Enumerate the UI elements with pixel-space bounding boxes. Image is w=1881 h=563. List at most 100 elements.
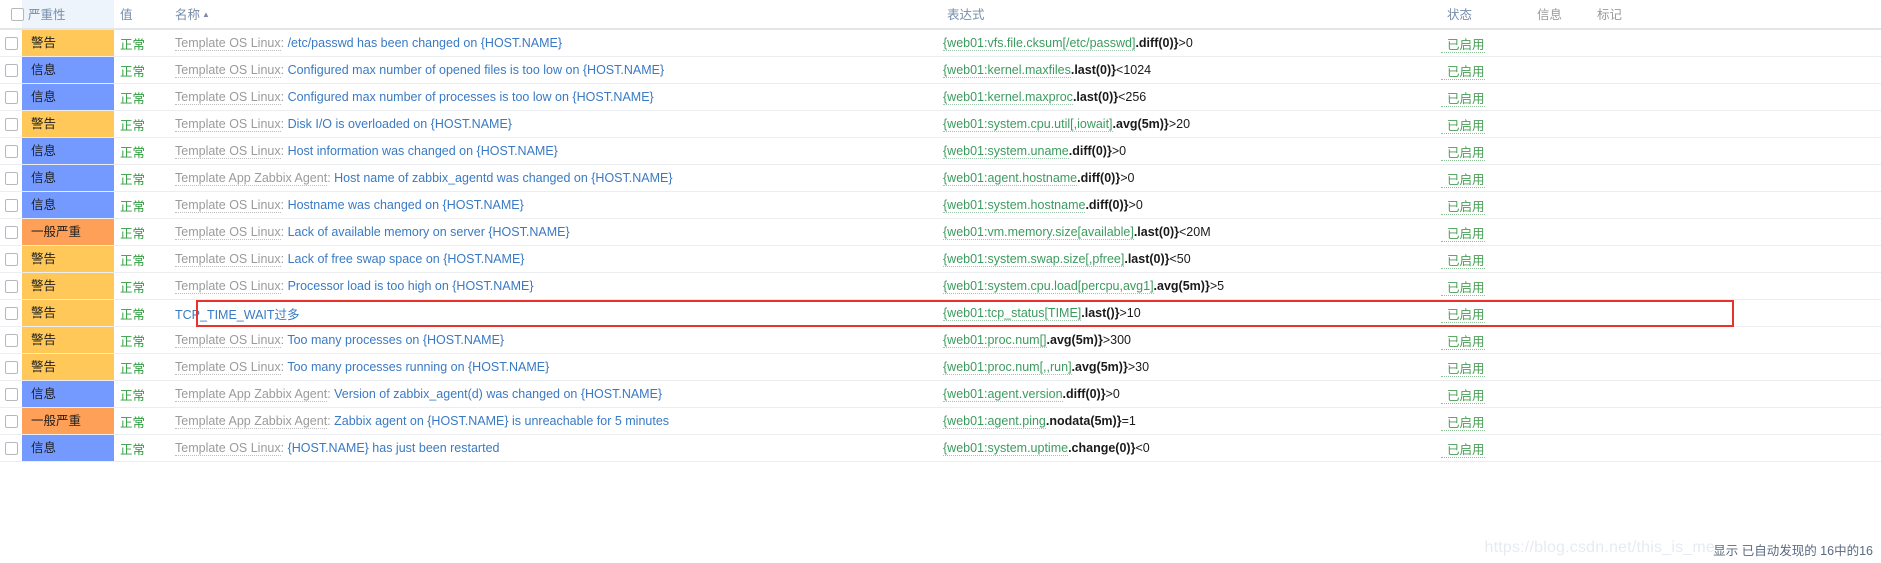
row-select-cell[interactable] <box>0 110 22 138</box>
row-checkbox[interactable] <box>5 172 18 186</box>
status-toggle-link[interactable]: 已启用 <box>1441 91 1485 107</box>
column-header-status[interactable]: 状态 <box>1441 0 1531 30</box>
trigger-link[interactable]: Host information was changed on {HOST.NA… <box>288 144 558 158</box>
template-link[interactable]: Template OS Linux <box>175 225 281 240</box>
status-toggle-link[interactable]: 已启用 <box>1441 361 1485 377</box>
row-select-cell[interactable] <box>0 407 22 435</box>
row-select-cell[interactable] <box>0 56 22 84</box>
row-checkbox[interactable] <box>5 118 18 132</box>
status-toggle-link[interactable]: 已启用 <box>1441 226 1485 242</box>
row-select-cell[interactable] <box>0 164 22 192</box>
row-checkbox[interactable] <box>5 199 18 213</box>
expression-item-link[interactable]: {web01:agent.ping <box>943 414 1046 429</box>
expression-item-link[interactable]: {web01:vfs.file.cksum[/etc/passwd] <box>943 36 1136 51</box>
column-header-expression[interactable]: 表达式 <box>941 0 1441 30</box>
row-select-cell[interactable] <box>0 380 22 408</box>
trigger-link[interactable]: Hostname was changed on {HOST.NAME} <box>288 198 524 212</box>
template-link[interactable]: Template OS Linux <box>175 117 281 132</box>
template-link[interactable]: Template OS Linux <box>175 279 281 294</box>
template-link[interactable]: Template App Zabbix Agent <box>175 171 328 186</box>
row-select-cell[interactable] <box>0 29 22 57</box>
row-checkbox[interactable] <box>5 37 18 51</box>
row-select-cell[interactable] <box>0 434 22 462</box>
trigger-link[interactable]: Version of zabbix_agent(d) was changed o… <box>334 387 662 401</box>
trigger-link[interactable]: Too many processes running on {HOST.NAME… <box>287 360 549 374</box>
row-select-cell[interactable] <box>0 245 22 273</box>
status-toggle-link[interactable]: 已启用 <box>1441 442 1485 458</box>
expression-item-link[interactable]: {web01:system.cpu.util[,iowait] <box>943 117 1113 132</box>
template-link[interactable]: Template App Zabbix Agent <box>175 414 328 429</box>
trigger-link[interactable]: TCP_TIME_WAIT过多 <box>175 308 300 322</box>
status-toggle-link[interactable]: 已启用 <box>1441 415 1485 431</box>
trigger-link[interactable]: Too many processes on {HOST.NAME} <box>287 333 504 347</box>
template-link[interactable]: Template OS Linux <box>175 252 281 267</box>
row-checkbox[interactable] <box>5 253 18 267</box>
status-toggle-link[interactable]: 已启用 <box>1441 145 1485 161</box>
row-checkbox[interactable] <box>5 91 18 105</box>
template-link[interactable]: Template OS Linux <box>175 198 281 213</box>
row-select-cell[interactable] <box>0 218 22 246</box>
expression-item-link[interactable]: {web01:vm.memory.size[available] <box>943 225 1134 240</box>
status-toggle-link[interactable]: 已启用 <box>1441 280 1485 296</box>
template-link[interactable]: Template OS Linux <box>175 441 281 456</box>
status-toggle-link[interactable]: 已启用 <box>1441 199 1485 215</box>
expression-item-link[interactable]: {web01:tcp_status[TIME] <box>943 306 1082 321</box>
row-select-cell[interactable] <box>0 299 22 327</box>
trigger-link[interactable]: Lack of free swap space on {HOST.NAME} <box>288 252 525 266</box>
expression-item-link[interactable]: {web01:proc.num[,,run] <box>943 360 1072 375</box>
expression-item-link[interactable]: {web01:system.swap.size[,pfree] <box>943 252 1125 267</box>
template-link[interactable]: Template OS Linux <box>175 63 281 78</box>
row-select-cell[interactable] <box>0 326 22 354</box>
expression-item-link[interactable]: {web01:agent.hostname <box>943 171 1078 186</box>
expression-item-link[interactable]: {web01:proc.num[] <box>943 333 1047 348</box>
row-checkbox[interactable] <box>5 361 18 375</box>
status-toggle-link[interactable]: 已启用 <box>1441 118 1485 134</box>
row-checkbox[interactable] <box>5 388 18 402</box>
row-checkbox[interactable] <box>5 307 18 321</box>
row-select-cell[interactable] <box>0 137 22 165</box>
row-checkbox[interactable] <box>5 226 18 240</box>
row-select-cell[interactable] <box>0 83 22 111</box>
template-link[interactable]: Template App Zabbix Agent <box>175 387 328 402</box>
template-link[interactable]: Template OS Linux <box>175 360 281 375</box>
template-link[interactable]: Template OS Linux <box>175 36 281 51</box>
row-checkbox[interactable] <box>5 280 18 294</box>
template-link[interactable]: Template OS Linux <box>175 144 281 159</box>
trigger-link[interactable]: Disk I/O is overloaded on {HOST.NAME} <box>288 117 512 131</box>
row-checkbox[interactable] <box>5 442 18 456</box>
row-select-cell[interactable] <box>0 353 22 381</box>
trigger-link[interactable]: /etc/passwd has been changed on {HOST.NA… <box>288 36 562 50</box>
template-link[interactable]: Template OS Linux <box>175 333 281 348</box>
expression-item-link[interactable]: {web01:system.uname <box>943 144 1069 159</box>
row-checkbox[interactable] <box>5 64 18 78</box>
status-toggle-link[interactable]: 已启用 <box>1441 253 1485 269</box>
column-header-severity[interactable]: 严重性 <box>22 0 114 30</box>
status-toggle-link[interactable]: 已启用 <box>1441 37 1485 53</box>
column-header-value[interactable]: 值 <box>114 0 169 30</box>
status-toggle-link[interactable]: 已启用 <box>1441 64 1485 80</box>
status-toggle-link[interactable]: 已启用 <box>1441 307 1485 323</box>
row-select-cell[interactable] <box>0 191 22 219</box>
trigger-link[interactable]: Host name of zabbix_agentd was changed o… <box>334 171 672 185</box>
select-all-checkbox[interactable] <box>11 7 24 21</box>
trigger-link[interactable]: Configured max number of opened files is… <box>288 63 665 77</box>
row-select-cell[interactable] <box>0 272 22 300</box>
trigger-link[interactable]: Configured max number of processes is to… <box>288 90 654 104</box>
column-header-name[interactable]: 名称 ▲ <box>169 0 941 30</box>
status-toggle-link[interactable]: 已启用 <box>1441 388 1485 404</box>
template-link[interactable]: Template OS Linux <box>175 90 281 105</box>
expression-item-link[interactable]: {web01:agent.version <box>943 387 1063 402</box>
trigger-link[interactable]: Lack of available memory on server {HOST… <box>288 225 570 239</box>
expression-item-link[interactable]: {web01:system.hostname <box>943 198 1086 213</box>
expression-item-link[interactable]: {web01:kernel.maxfiles <box>943 63 1071 78</box>
select-all-header[interactable] <box>0 0 24 30</box>
expression-item-link[interactable]: {web01:kernel.maxproc <box>943 90 1073 105</box>
row-checkbox[interactable] <box>5 145 18 159</box>
row-checkbox[interactable] <box>5 415 18 429</box>
status-toggle-link[interactable]: 已启用 <box>1441 172 1485 188</box>
trigger-link[interactable]: {HOST.NAME} has just been restarted <box>288 441 500 455</box>
trigger-link[interactable]: Zabbix agent on {HOST.NAME} is unreachab… <box>334 414 669 428</box>
expression-item-link[interactable]: {web01:system.uptime <box>943 441 1069 456</box>
row-checkbox[interactable] <box>5 334 18 348</box>
expression-item-link[interactable]: {web01:system.cpu.load[percpu,avg1] <box>943 279 1154 294</box>
